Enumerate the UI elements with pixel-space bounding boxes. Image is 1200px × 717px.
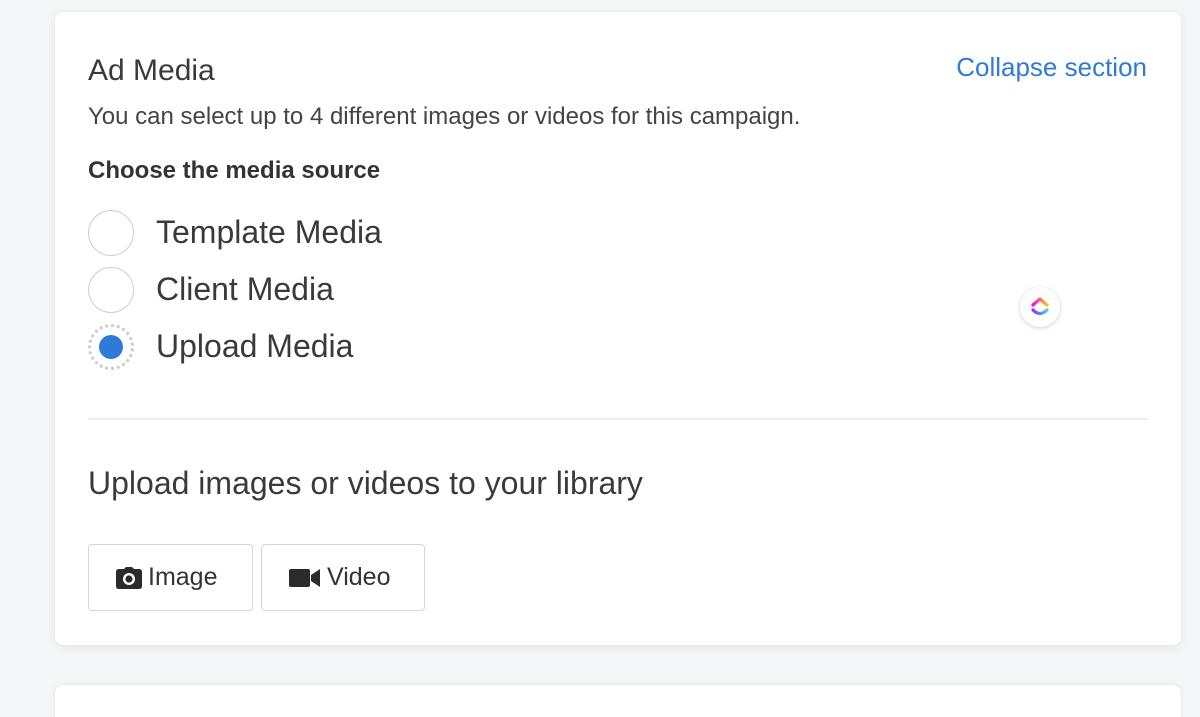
radio-label-client-media: Client Media — [156, 271, 334, 307]
upload-buttons: Image Video — [88, 544, 433, 611]
video-camera-icon — [289, 568, 320, 587]
radio-option-upload-media[interactable]: Upload Media — [88, 318, 382, 375]
collapse-section-link[interactable]: Collapse section — [956, 52, 1147, 83]
upload-image-label: Image — [148, 563, 218, 591]
radio-button-upload-media[interactable] — [88, 323, 134, 370]
next-section-card — [55, 685, 1181, 717]
section-title: Ad Media — [88, 54, 215, 87]
section-description: You can select up to 4 different images … — [88, 103, 801, 130]
radio-selected-dot — [99, 334, 123, 359]
camera-icon — [116, 566, 142, 589]
page: Ad Media Collapse section You can select… — [0, 0, 1200, 717]
media-source-label: Choose the media source — [88, 157, 381, 184]
media-source-radio-group: Template Media Client Media Upload Media — [88, 204, 382, 375]
radio-label-template-media: Template Media — [156, 214, 382, 250]
radio-button-template-media[interactable] — [88, 209, 134, 256]
upload-image-button[interactable]: Image — [88, 544, 253, 611]
upload-section-title: Upload images or videos to your library — [88, 465, 643, 501]
section-divider — [88, 418, 1148, 420]
upload-video-button[interactable]: Video — [261, 544, 425, 611]
radio-label-upload-media: Upload Media — [156, 328, 354, 364]
ad-media-card: Ad Media Collapse section You can select… — [55, 12, 1181, 645]
upload-video-label: Video — [327, 563, 391, 591]
radio-button-client-media[interactable] — [88, 266, 134, 313]
clickup-logo-icon[interactable] — [1020, 287, 1060, 327]
radio-option-template-media[interactable]: Template Media — [88, 204, 382, 261]
radio-option-client-media[interactable]: Client Media — [88, 261, 382, 318]
